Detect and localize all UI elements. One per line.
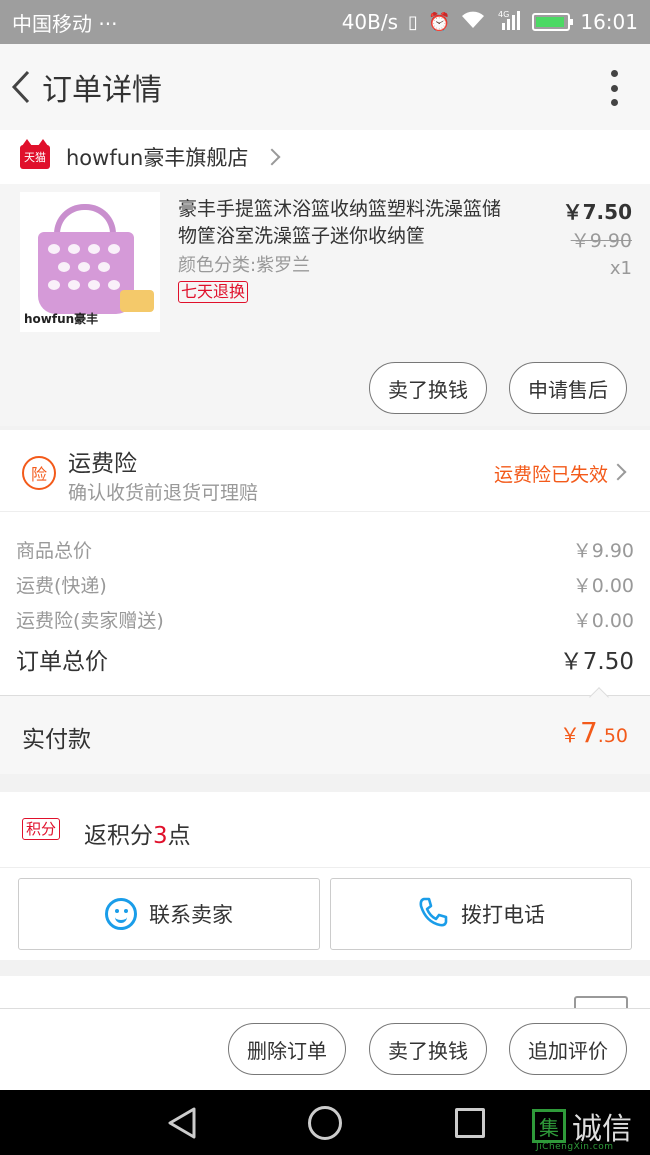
more-dot-icon — [610, 99, 618, 106]
contact-row: 联系卖家 拨打电话 — [0, 868, 650, 960]
page-title: 订单详情 — [42, 73, 162, 108]
status-bar: 中国移动 ··· 40B/s ▯ ⏰ 4G 16:01 — [0, 0, 650, 44]
carrier-label: 中国移动 ··· — [12, 11, 118, 36]
chevron-right-icon — [609, 463, 627, 481]
product-image[interactable]: howfun豪丰 — [20, 192, 160, 332]
summary-value: ￥0.00 — [572, 610, 634, 632]
product-price: ￥7.50 — [562, 200, 632, 224]
net-speed: 40B/s — [341, 10, 399, 34]
watermark-url: JiChengXin.com — [536, 1142, 614, 1152]
system-nav-bar: 集 诚信 JiChengXin.com — [0, 1090, 650, 1155]
back-button[interactable] — [0, 44, 42, 130]
chevron-right-icon — [263, 148, 281, 166]
product-original-price: ￥9.90 — [570, 230, 632, 252]
more-menu-button[interactable] — [608, 70, 620, 106]
summary-row: 商品总价 ￥9.90 — [16, 536, 634, 563]
summary-value: ￥0.00 — [572, 575, 634, 597]
product-sku: 颜色分类:紫罗兰 — [178, 255, 311, 276]
vibrate-icon: ▯ — [408, 11, 418, 33]
insurance-status: 运费险已失效 — [493, 464, 608, 486]
insurance-title: 运费险 — [68, 451, 137, 477]
nav-back-button[interactable] — [166, 1106, 198, 1144]
shop-row[interactable]: 天猫 howfun豪丰旗舰店 — [0, 130, 650, 184]
shipping-insurance-row[interactable]: 险 运费险 确认收货前退货可理赔 运费险已失效 — [0, 430, 650, 512]
delete-order-button[interactable]: 删除订单 — [228, 1023, 346, 1075]
order-total-label: 订单总价 — [16, 649, 108, 675]
insurance-subtitle: 确认收货前退货可理赔 — [68, 482, 259, 504]
add-review-button[interactable]: 追加评价 — [509, 1023, 627, 1075]
watermark-mark: 集 — [532, 1109, 566, 1143]
more-dot-icon — [610, 84, 618, 92]
product-brand-logo: howfun豪丰 — [24, 312, 99, 326]
soap-shape — [120, 290, 154, 312]
call-phone-button[interactable]: 拨打电话 — [330, 878, 632, 950]
summary-label: 运费险(卖家赠送) — [16, 610, 164, 632]
phone-icon — [417, 896, 449, 933]
signal-icon: 4G — [496, 9, 522, 36]
order-total-row: 订单总价 ￥7.50 — [16, 642, 634, 676]
paid-value: ￥7.50 — [559, 716, 628, 749]
price-summary: 商品总价 ￥9.90 运费(快递) ￥0.00 运费险(卖家赠送) ￥0.00 … — [0, 512, 650, 696]
points-text: 返积分3点 — [84, 823, 191, 849]
contact-seller-button[interactable]: 联系卖家 — [18, 878, 320, 950]
summary-value: ￥9.90 — [572, 540, 634, 562]
return-policy-badge: 七天退换 — [178, 281, 249, 303]
shop-name: howfun豪丰旗舰店 — [66, 146, 249, 170]
call-phone-label: 拨打电话 — [461, 903, 545, 927]
order-total-value: ￥7.50 — [559, 649, 634, 675]
battery-icon — [532, 13, 574, 31]
product-quantity: x1 — [609, 258, 632, 279]
insurance-icon: 险 — [22, 456, 56, 490]
contact-seller-label: 联系卖家 — [149, 903, 233, 927]
after-sale-button[interactable]: 申请售后 — [509, 362, 627, 414]
product-title[interactable]: 豪丰手提篮沐浴篮收纳篮塑料洗澡篮储物筐浴室洗澡篮子迷你收纳筐 — [178, 196, 513, 250]
tmall-icon: 天猫 — [20, 139, 50, 169]
points-row: 积分 返积分3点 — [0, 792, 650, 868]
nav-home-button[interactable] — [308, 1106, 342, 1140]
paid-label: 实付款 — [22, 727, 91, 753]
more-dot-icon — [610, 70, 618, 77]
title-bar: 订单详情 — [0, 44, 650, 130]
sell-for-cash-button[interactable]: 卖了换钱 — [369, 362, 487, 414]
nav-recents-button[interactable] — [455, 1108, 485, 1138]
chevron-left-icon — [11, 70, 30, 104]
wifi-icon — [460, 10, 486, 35]
points-badge: 积分 — [22, 818, 61, 840]
bottom-action-bar: 删除订单 卖了换钱 追加评价 — [0, 1008, 650, 1090]
summary-row: 运费(快递) ￥0.00 — [16, 571, 634, 598]
order-item[interactable]: howfun豪丰 豪丰手提篮沐浴篮收纳篮塑料洗澡篮储物筐浴室洗澡篮子迷你收纳筐 … — [0, 184, 650, 426]
next-section-peek — [0, 976, 650, 1008]
summary-label: 商品总价 — [16, 540, 93, 562]
clock: 16:01 — [580, 10, 638, 34]
status-indicators: 40B/s ▯ ⏰ 4G 16:01 — [342, 9, 638, 36]
sell-for-cash-button[interactable]: 卖了换钱 — [369, 1023, 487, 1075]
paid-amount-row: 实付款 ￥7.50 — [0, 696, 650, 774]
summary-label: 运费(快递) — [16, 575, 107, 597]
alarm-icon: ⏰ — [427, 11, 451, 33]
svg-text:4G: 4G — [498, 10, 509, 19]
summary-row: 运费险(卖家赠送) ￥0.00 — [16, 606, 634, 633]
chat-smile-icon — [105, 898, 137, 930]
